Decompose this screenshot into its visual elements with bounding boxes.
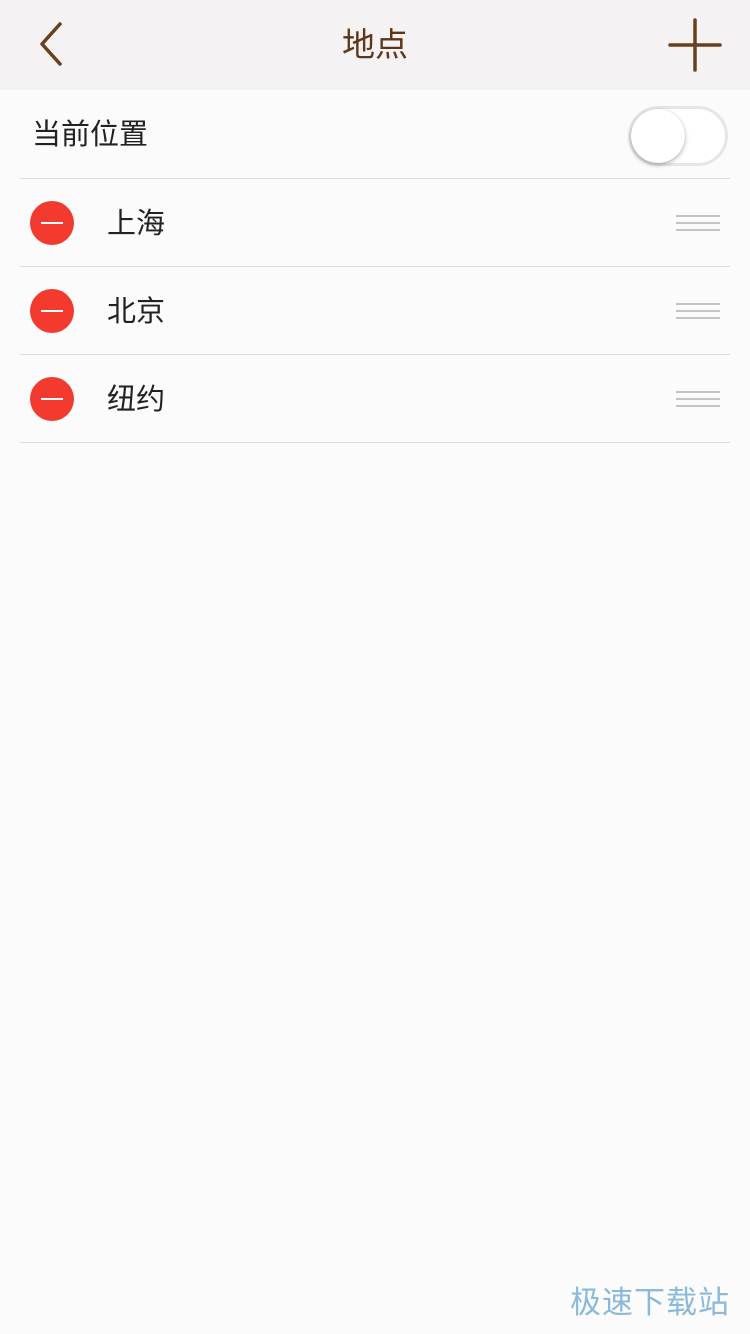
location-name: 上海 bbox=[107, 206, 166, 240]
add-location-button[interactable] bbox=[664, 14, 726, 76]
current-location-row: 当前位置 bbox=[0, 90, 750, 178]
back-button[interactable] bbox=[22, 14, 82, 74]
minus-icon bbox=[41, 222, 63, 224]
delete-button[interactable] bbox=[30, 201, 74, 245]
current-location-label: 当前位置 bbox=[32, 117, 149, 151]
minus-icon bbox=[41, 398, 63, 400]
location-row-shanghai: 上海 bbox=[0, 179, 750, 267]
page-title: 地点 bbox=[342, 25, 408, 64]
watermark: 极速下载站 bbox=[570, 1285, 730, 1321]
delete-button[interactable] bbox=[30, 289, 74, 333]
drag-handle-icon[interactable] bbox=[676, 215, 720, 231]
toggle-knob bbox=[631, 109, 685, 163]
navigation-bar: 地点 bbox=[0, 0, 750, 90]
location-name: 纽约 bbox=[107, 382, 166, 416]
delete-button[interactable] bbox=[30, 377, 74, 421]
location-name: 北京 bbox=[107, 294, 166, 328]
location-row-beijing: 北京 bbox=[0, 267, 750, 355]
plus-icon bbox=[668, 18, 722, 72]
divider bbox=[20, 442, 730, 443]
current-location-toggle[interactable] bbox=[628, 106, 728, 166]
chevron-left-icon bbox=[40, 22, 62, 66]
drag-handle-icon[interactable] bbox=[676, 303, 720, 319]
minus-icon bbox=[41, 310, 63, 312]
drag-handle-icon[interactable] bbox=[676, 391, 720, 407]
location-row-newyork: 纽约 bbox=[0, 355, 750, 443]
